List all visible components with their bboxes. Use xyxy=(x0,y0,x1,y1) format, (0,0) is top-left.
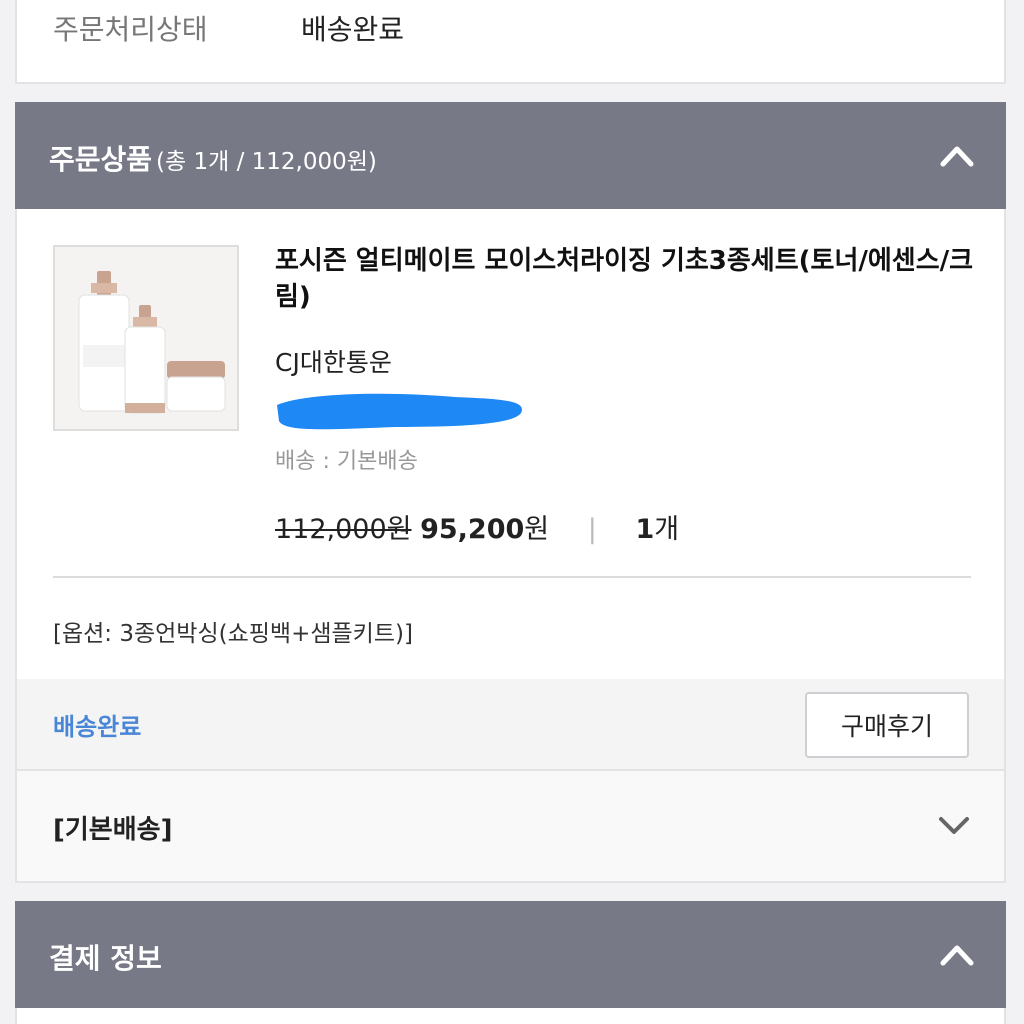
price-row: 112,000원 95,200원 | 1개 xyxy=(275,507,679,546)
original-price: 112,000원 xyxy=(275,514,412,545)
order-product-card: 포시즌 얼티메이트 모이스처라이징 기초3종세트(토너/에센스/크림) CJ대한… xyxy=(15,209,1006,883)
product-option: [옵션: 3종언박싱(쇼핑백+샘플키트)] xyxy=(53,621,413,647)
product-thumbnail[interactable] xyxy=(53,245,239,431)
order-products-title-text: 주문상품 xyxy=(49,143,153,176)
order-products-header[interactable]: 주문상품 (총 1개 / 112,000원) xyxy=(15,102,1006,209)
product-title[interactable]: 포시즌 얼티메이트 모이스처라이징 기초3종세트(토너/에센스/크림) xyxy=(275,243,1005,315)
quantity-unit: 개 xyxy=(654,514,680,545)
price-separator: | xyxy=(587,514,597,545)
order-status-card: 주문처리상태 배송완료 xyxy=(15,0,1006,84)
order-status-label: 주문처리상태 xyxy=(53,13,208,46)
quantity: 1개 xyxy=(635,514,679,545)
order-products-title: 주문상품 (총 1개 / 112,000원) xyxy=(49,138,377,178)
quantity-number: 1 xyxy=(635,514,655,545)
payment-info-header[interactable]: 결제 정보 xyxy=(15,901,1006,1008)
tracking-number-redacted xyxy=(277,393,522,430)
delivery-status-bar: 배송완료 구매후기 xyxy=(17,679,1004,769)
basic-shipping-label: [기본배송] xyxy=(53,815,173,845)
chevron-up-icon[interactable] xyxy=(940,941,974,967)
write-review-button[interactable]: 구매후기 xyxy=(805,692,969,758)
basic-shipping-row[interactable]: [기본배송] xyxy=(17,769,1004,881)
order-products-summary: (총 1개 / 112,000원) xyxy=(156,149,377,175)
product-image xyxy=(55,247,237,429)
order-status-value: 배송완료 xyxy=(301,13,405,46)
delivery-carrier: CJ대한통운 xyxy=(275,348,392,377)
sale-price-unit: 원 xyxy=(524,514,550,545)
chevron-down-icon[interactable] xyxy=(938,815,970,837)
payment-info-title: 결제 정보 xyxy=(49,942,162,975)
sale-price: 95,200 xyxy=(420,514,525,545)
divider xyxy=(53,576,971,578)
delivery-status: 배송완료 xyxy=(53,713,142,741)
chevron-up-icon[interactable] xyxy=(940,142,974,168)
shipping-method: 배송 : 기본배송 xyxy=(275,449,418,474)
payment-info-body xyxy=(15,1008,1006,1024)
